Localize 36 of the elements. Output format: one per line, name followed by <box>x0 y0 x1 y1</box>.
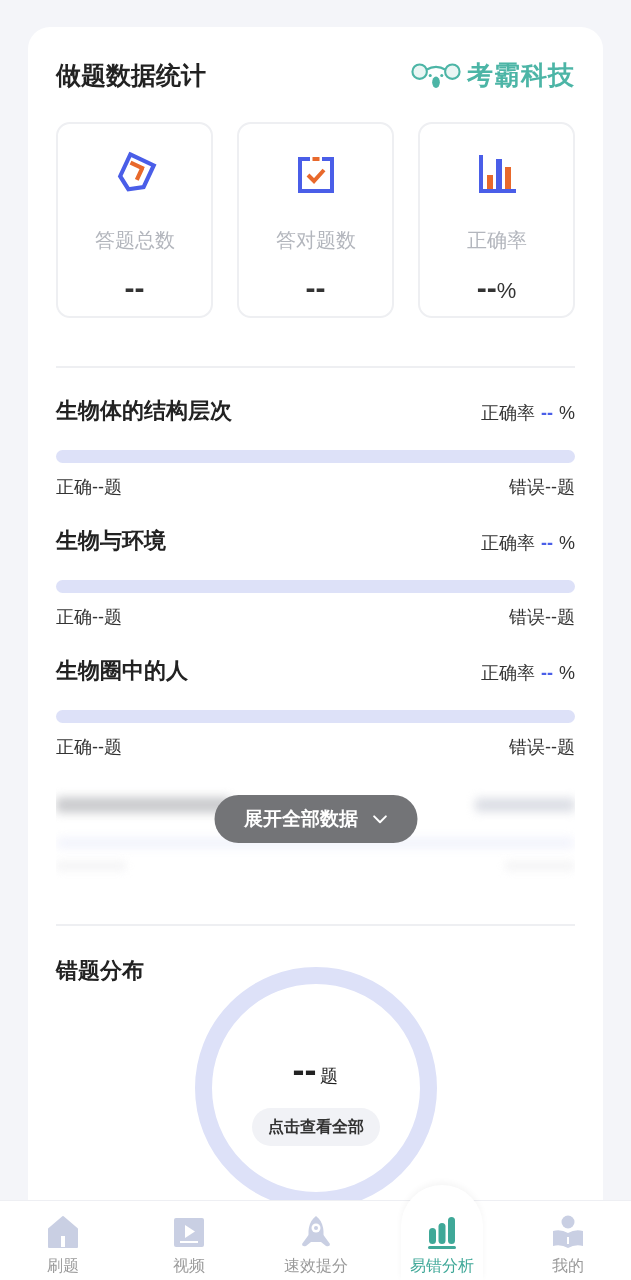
section-title: 做题数据统计 <box>56 60 206 91</box>
nav-tab[interactable]: 视频 <box>148 1201 231 1280</box>
wrong-count: 错误--题 <box>509 736 575 759</box>
accuracy-rate: 正确率 -- % <box>481 402 575 425</box>
wrong-question-total: --题 <box>292 1050 339 1090</box>
stat-value: -- <box>305 270 326 306</box>
koala-icon <box>411 60 461 90</box>
wrong-count: 错误--题 <box>509 606 575 629</box>
home-icon <box>46 1215 81 1249</box>
person-reading-icon <box>550 1215 585 1249</box>
stat-label: 正确率 <box>466 228 527 253</box>
chevron-down-icon <box>372 814 387 824</box>
topic-title: 生物与环境 <box>56 527 166 555</box>
stat-value: -- <box>124 270 145 306</box>
accuracy-rate: 正确率 -- % <box>481 532 575 555</box>
stat-label: 答题总数 <box>94 228 175 253</box>
nav-tab[interactable]: 我的 <box>526 1201 609 1280</box>
topic-title: 生物圈中的人 <box>56 657 188 685</box>
nav-tab[interactable]: 速效提分 <box>274 1201 357 1280</box>
correct-count: 正确--题 <box>56 736 122 759</box>
accuracy-rate: 正确率 -- % <box>481 662 575 685</box>
topic-title: 生物体的结构层次 <box>56 397 232 425</box>
section-title: 错题分布 <box>56 957 144 985</box>
stat-label: 答对题数 <box>275 228 356 253</box>
video-icon <box>172 1215 207 1249</box>
view-all-button[interactable]: 点击查看全部 <box>251 1108 380 1146</box>
correct-count: 正确--题 <box>56 606 122 629</box>
stat-value: --% <box>476 270 517 306</box>
wrong-count: 错误--题 <box>509 476 575 499</box>
clipboard-check-icon <box>295 155 336 195</box>
correct-count: 正确--题 <box>56 476 122 499</box>
brand-name: 考霸科技 <box>467 59 575 92</box>
nav-tab[interactable]: 刷题 <box>22 1201 105 1280</box>
expand-all-button[interactable]: 展开全部数据 <box>214 795 417 843</box>
nav-tab[interactable]: 易错分析 <box>400 1185 483 1280</box>
bar-chart-icon <box>476 155 517 195</box>
